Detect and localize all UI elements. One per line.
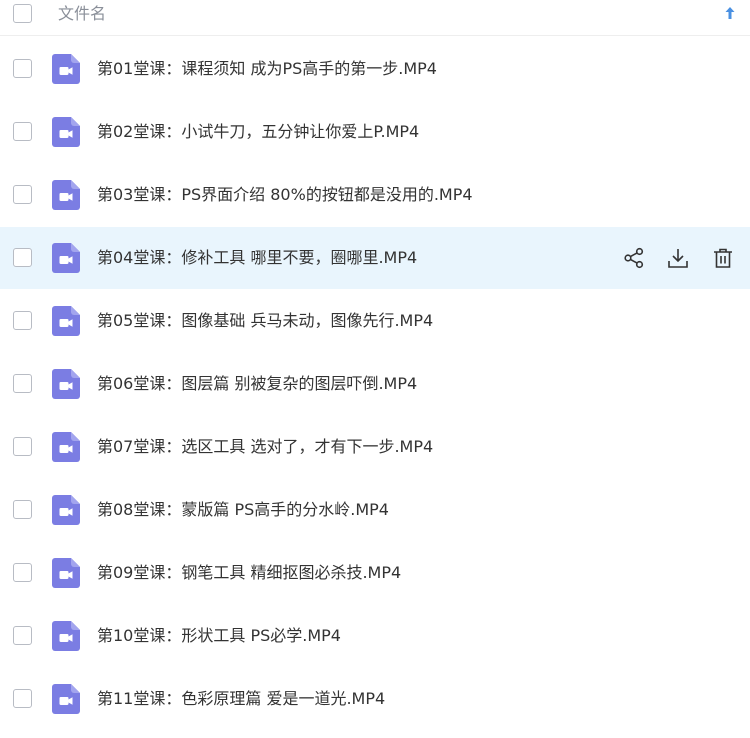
select-all-checkbox[interactable] xyxy=(13,4,32,23)
video-file-icon xyxy=(52,369,80,399)
file-row[interactable]: 第09堂课：钢笔工具 精细抠图必杀技.MP4 xyxy=(0,542,750,604)
file-row[interactable]: 第05堂课：图像基础 兵马未动，图像先行.MP4 xyxy=(0,290,750,352)
video-file-icon xyxy=(52,621,80,651)
file-row[interactable]: 第06堂课：图层篇 别被复杂的图层吓倒.MP4 xyxy=(0,353,750,415)
file-name[interactable]: 第07堂课：选区工具 选对了，才有下一步.MP4 xyxy=(97,436,433,458)
row-checkbox[interactable] xyxy=(13,185,32,204)
row-checkbox[interactable] xyxy=(13,563,32,582)
share-icon[interactable] xyxy=(622,246,646,270)
row-checkbox[interactable] xyxy=(13,689,32,708)
video-file-icon xyxy=(52,54,80,84)
file-name[interactable]: 第05堂课：图像基础 兵马未动，图像先行.MP4 xyxy=(97,310,433,332)
file-row[interactable]: 第02堂课：小试牛刀，五分钟让你爱上P.MP4 xyxy=(0,101,750,163)
download-icon[interactable] xyxy=(666,246,690,270)
file-name[interactable]: 第06堂课：图层篇 别被复杂的图层吓倒.MP4 xyxy=(97,373,417,395)
file-row[interactable]: 第04堂课：修补工具 哪里不要，圈哪里.MP4 xyxy=(0,227,750,289)
file-list: 文件名 第01堂课：课程须知 成为PS高手的第一步.MP4 第02堂课：小试牛刀… xyxy=(0,0,750,738)
video-file-icon xyxy=(52,558,80,588)
row-checkbox[interactable] xyxy=(13,248,32,267)
file-row[interactable]: 第08堂课：蒙版篇 PS高手的分水岭.MP4 xyxy=(0,479,750,541)
list-header: 文件名 xyxy=(0,0,750,36)
trash-icon[interactable] xyxy=(711,246,735,270)
file-name[interactable]: 第02堂课：小试牛刀，五分钟让你爱上P.MP4 xyxy=(97,121,419,143)
video-file-icon xyxy=(52,180,80,210)
column-header-filename[interactable]: 文件名 xyxy=(58,4,106,24)
video-file-icon xyxy=(52,117,80,147)
row-checkbox[interactable] xyxy=(13,311,32,330)
file-row[interactable]: 第11堂课：色彩原理篇 爱是一道光.MP4 xyxy=(0,668,750,730)
file-name[interactable]: 第10堂课：形状工具 PS必学.MP4 xyxy=(97,625,341,647)
file-name[interactable]: 第04堂课：修补工具 哪里不要，圈哪里.MP4 xyxy=(97,247,417,269)
video-file-icon xyxy=(52,684,80,714)
file-row[interactable]: 第07堂课：选区工具 选对了，才有下一步.MP4 xyxy=(0,416,750,478)
file-name[interactable]: 第11堂课：色彩原理篇 爱是一道光.MP4 xyxy=(97,688,385,710)
video-file-icon xyxy=(52,243,80,273)
row-checkbox[interactable] xyxy=(13,500,32,519)
row-checkbox[interactable] xyxy=(13,122,32,141)
row-checkbox[interactable] xyxy=(13,626,32,645)
file-name[interactable]: 第09堂课：钢笔工具 精细抠图必杀技.MP4 xyxy=(97,562,401,584)
row-checkbox[interactable] xyxy=(13,59,32,78)
row-checkbox[interactable] xyxy=(13,374,32,393)
video-file-icon xyxy=(52,306,80,336)
arrow-up-icon[interactable] xyxy=(722,5,738,21)
file-row[interactable]: 第10堂课：形状工具 PS必学.MP4 xyxy=(0,605,750,667)
file-row[interactable]: 第01堂课：课程须知 成为PS高手的第一步.MP4 xyxy=(0,38,750,100)
file-name[interactable]: 第03堂课：PS界面介绍 80%的按钮都是没用的.MP4 xyxy=(97,184,473,206)
file-name[interactable]: 第01堂课：课程须知 成为PS高手的第一步.MP4 xyxy=(97,58,437,80)
video-file-icon xyxy=(52,495,80,525)
video-file-icon xyxy=(52,432,80,462)
row-checkbox[interactable] xyxy=(13,437,32,456)
file-row[interactable]: 第03堂课：PS界面介绍 80%的按钮都是没用的.MP4 xyxy=(0,164,750,226)
file-name[interactable]: 第08堂课：蒙版篇 PS高手的分水岭.MP4 xyxy=(97,499,389,521)
